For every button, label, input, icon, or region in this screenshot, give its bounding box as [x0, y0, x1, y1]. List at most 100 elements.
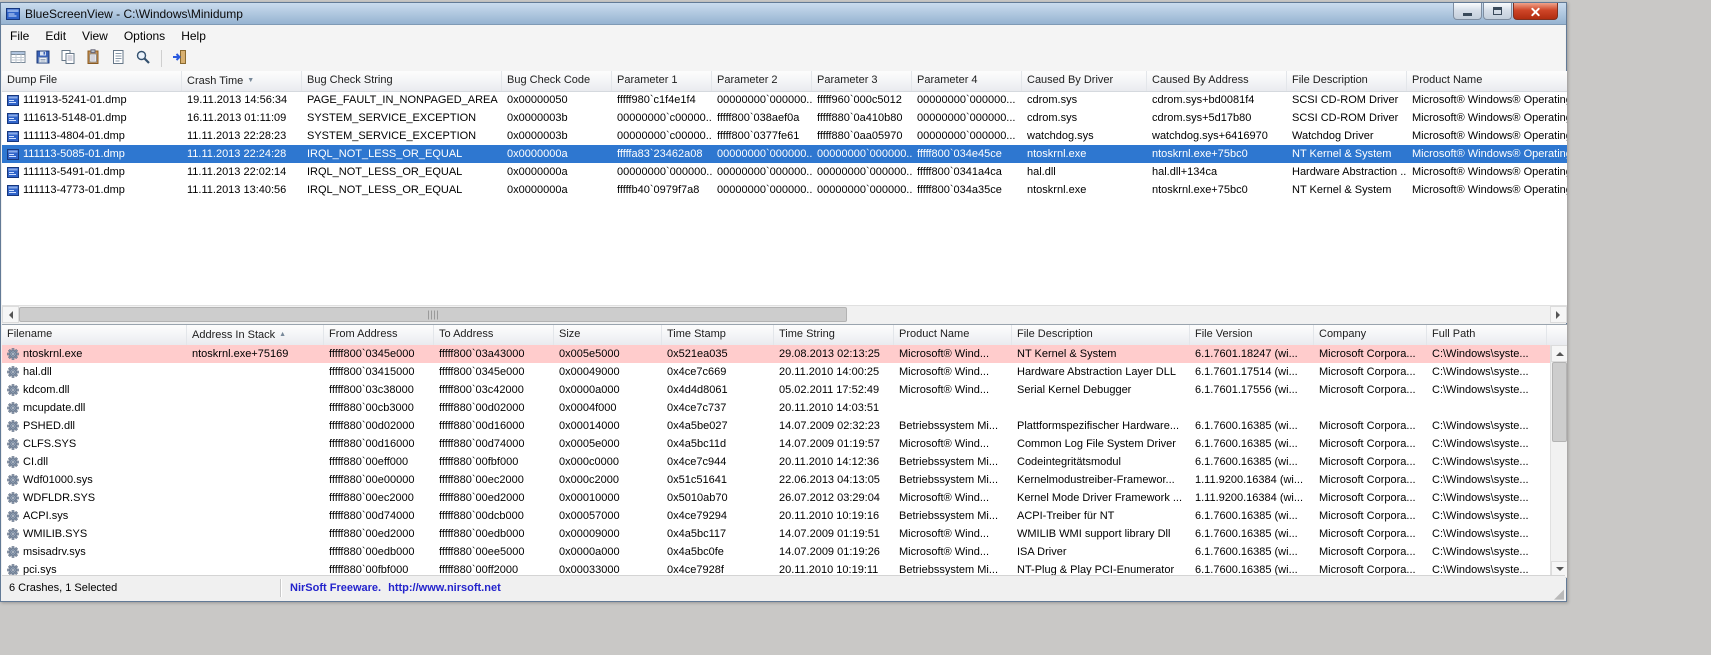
table-row[interactable]: ACPI.sys fffff880`00d74000 fffff880`00dcb0… — [2, 507, 1550, 525]
column-header-caused-by-address[interactable]: Caused By Address — [1147, 71, 1287, 91]
maximize-button[interactable] — [1483, 3, 1512, 20]
column-header-label: Product Name — [899, 328, 970, 340]
cell: Microsoft Corpora... — [1314, 543, 1427, 561]
cell: 19.11.2013 14:56:34 — [182, 91, 302, 109]
column-header-file-version[interactable]: File Version — [1190, 325, 1314, 345]
column-header-file-description[interactable]: File Description — [1012, 325, 1190, 345]
menu-edit[interactable]: Edit — [37, 27, 74, 45]
horizontal-scrollbar[interactable] — [2, 305, 1567, 323]
menu-options[interactable]: Options — [116, 27, 173, 45]
column-header-company[interactable]: Company — [1314, 325, 1427, 345]
vertical-scrollbar[interactable] — [1550, 345, 1567, 578]
table-row[interactable]: CLFS.SYS fffff880`00d16000 fffff880`00d740… — [2, 435, 1550, 453]
cell: kdcom.dll — [2, 381, 187, 399]
cell: fffff800`034e45ce — [912, 145, 1022, 163]
table-row[interactable]: 111113-4804-01.dmp 11.11.2013 22:28:23 SYS… — [2, 127, 1567, 145]
cell: 14.07.2009 02:32:23 — [774, 417, 894, 435]
column-header-time-stamp[interactable]: Time Stamp — [662, 325, 774, 345]
column-header-product-name[interactable]: Product Name — [1407, 71, 1567, 91]
cell-text: 0x0000003b — [507, 112, 568, 124]
cell: hal.dll — [1022, 163, 1147, 181]
column-header-file-description[interactable]: File Description — [1287, 71, 1407, 91]
nirsoft-url-link[interactable]: http://www.nirsoft.net — [388, 582, 501, 594]
dump-file-icon — [7, 166, 19, 178]
dump-file-icon — [7, 112, 19, 124]
cell-text: WMILIB WMI support library Dll — [1017, 528, 1171, 540]
cell-text: SYSTEM_SERVICE_EXCEPTION — [307, 130, 477, 142]
column-header-parameter-4[interactable]: Parameter 4 — [912, 71, 1022, 91]
column-header-full-path[interactable]: Full Path — [1427, 325, 1547, 345]
cell-text: 00000000`000000... — [917, 94, 1016, 106]
cell-text: 0x4a5bc0fe — [667, 546, 724, 558]
cell-text: 0x51c51641 — [667, 474, 727, 486]
column-header-product-name[interactable]: Product Name — [894, 325, 1012, 345]
cell-text: 11.11.2013 22:02:14 — [187, 166, 287, 178]
cell: 0x4a5bc11d — [662, 435, 774, 453]
cell-text: 111913-5241-01.dmp — [23, 94, 127, 106]
table-row[interactable]: CI.dll fffff880`00eff000 fffff880`00fbf000… — [2, 453, 1550, 471]
cell-text: 0x005e5000 — [559, 348, 620, 360]
table-row[interactable]: hal.dll fffff800`03415000 fffff800`0345e00… — [2, 363, 1550, 381]
find-button[interactable] — [131, 47, 155, 70]
scroll-left-button[interactable] — [2, 306, 19, 323]
column-header-parameter-1[interactable]: Parameter 1 — [612, 71, 712, 91]
table-row[interactable]: 111613-5148-01.dmp 16.11.2013 01:11:09 SYS… — [2, 109, 1567, 127]
cell: cdrom.sys+bd0081f4 — [1147, 91, 1287, 109]
column-header-time-string[interactable]: Time String — [774, 325, 894, 345]
column-header-filename[interactable]: Filename — [2, 325, 187, 345]
column-header-address-in-stack[interactable]: Address In Stack ▲ — [187, 325, 324, 345]
scroll-right-button[interactable] — [1550, 306, 1567, 323]
crash-count-text: 6 Crashes, 1 Selected — [9, 582, 118, 594]
exit-button[interactable] — [167, 47, 191, 70]
column-header-parameter-2[interactable]: Parameter 2 — [712, 71, 812, 91]
title-bar[interactable]: BlueScreenView - C:\Windows\Minidump — [1, 3, 1566, 25]
menu-view[interactable]: View — [74, 27, 116, 45]
table-row[interactable]: kdcom.dll fffff800`03c38000 fffff800`03c42… — [2, 381, 1550, 399]
column-header-from-address[interactable]: From Address — [324, 325, 434, 345]
column-header-bug-check-code[interactable]: Bug Check Code — [502, 71, 612, 91]
column-header-to-address[interactable]: To Address — [434, 325, 554, 345]
column-header-parameter-3[interactable]: Parameter 3 — [812, 71, 912, 91]
table-row[interactable]: 111113-5085-01.dmp 11.11.2013 22:24:28 IRQ… — [2, 145, 1567, 163]
column-header-bug-check-string[interactable]: Bug Check String — [302, 71, 502, 91]
resize-grip-icon[interactable]: ◢ — [1554, 587, 1564, 600]
table-row[interactable]: Wdf01000.sys fffff880`00e00000 fffff880`00… — [2, 471, 1550, 489]
minimize-button[interactable] — [1453, 3, 1482, 20]
menu-help[interactable]: Help — [173, 27, 214, 45]
properties-button[interactable] — [106, 47, 130, 70]
clipboard-button[interactable] — [81, 47, 105, 70]
column-header-caused-by-driver[interactable]: Caused By Driver — [1022, 71, 1147, 91]
scroll-up-button[interactable] — [1551, 345, 1567, 362]
copy-button[interactable] — [56, 47, 80, 70]
vertical-scroll-thumb[interactable] — [1552, 362, 1567, 442]
cell-text: Microsoft® Wind... — [899, 492, 990, 504]
horizontal-scroll-thumb[interactable] — [19, 307, 847, 322]
cell-text: ntoskrnl.exe — [1027, 148, 1087, 160]
close-button[interactable] — [1513, 3, 1558, 20]
menu-file[interactable]: File — [2, 27, 37, 45]
column-header-crash-time[interactable]: Crash Time ▼ — [182, 71, 302, 91]
cell: 0x521ea035 — [662, 345, 774, 363]
cell: 111113-5085-01.dmp — [2, 145, 182, 163]
save-button[interactable] — [31, 47, 55, 70]
table-row[interactable]: mcupdate.dll fffff880`00cb3000 fffff880`00… — [2, 399, 1550, 417]
cell-text: 111113-5491-01.dmp — [23, 166, 125, 178]
table-row[interactable]: WMILIB.SYS fffff880`00ed2000 fffff880`00ed… — [2, 525, 1550, 543]
cell-text: ACPI.sys — [23, 510, 69, 522]
report-view-button[interactable] — [6, 47, 30, 70]
table-row[interactable]: 111113-4773-01.dmp 11.11.2013 13:40:56 IRQ… — [2, 181, 1567, 199]
table-row[interactable]: WDFLDR.SYS fffff880`00ec2000 fffff880`00ed… — [2, 489, 1550, 507]
driver-gear-icon — [7, 456, 19, 468]
column-header-size[interactable]: Size — [554, 325, 662, 345]
table-row[interactable]: 111913-5241-01.dmp 19.11.2013 14:56:34 PAG… — [2, 91, 1567, 109]
cell: fffff880`0aa05970 — [812, 127, 912, 145]
crash-list-header: Dump File Crash Time ▼ Bug Check String Bug … — [2, 71, 1567, 92]
column-header-label: Parameter 3 — [817, 74, 878, 86]
cell: 0x4a5bc117 — [662, 525, 774, 543]
column-header-label: Time Stamp — [667, 328, 726, 340]
table-row[interactable]: PSHED.dll fffff880`00d02000 fffff880`00d16… — [2, 417, 1550, 435]
table-row[interactable]: msisadrv.sys fffff880`00edb000 fffff880`00… — [2, 543, 1550, 561]
column-header-dump-file[interactable]: Dump File — [2, 71, 182, 91]
table-row[interactable]: ntoskrnl.exe ntoskrnl.exe+75169 fffff800`0… — [2, 345, 1550, 363]
table-row[interactable]: 111113-5491-01.dmp 11.11.2013 22:02:14 IRQ… — [2, 163, 1567, 181]
